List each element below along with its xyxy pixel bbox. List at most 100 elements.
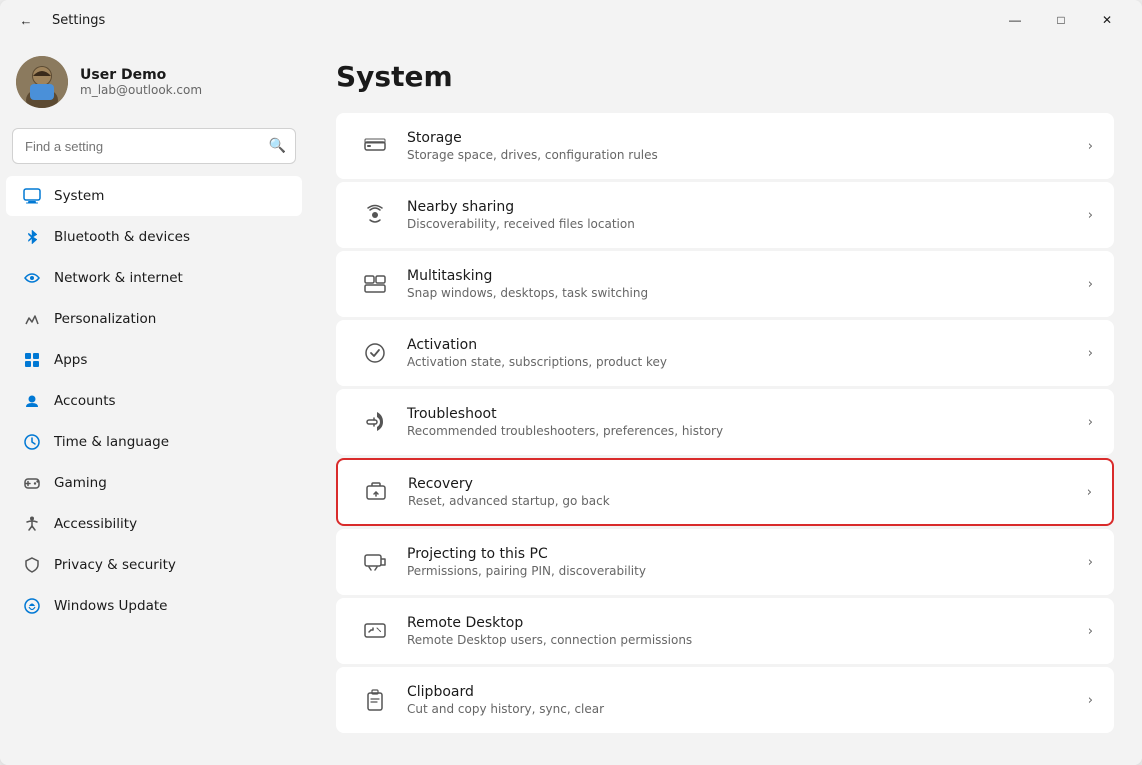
remote-title: Remote Desktop xyxy=(407,615,1088,631)
clipboard-title: Clipboard xyxy=(407,684,1088,700)
sidebar-item-update[interactable]: Windows Update xyxy=(6,586,302,626)
storage-title: Storage xyxy=(407,130,1088,146)
remote-text: Remote Desktop Remote Desktop users, con… xyxy=(407,615,1088,647)
clipboard-subtitle: Cut and copy history, sync, clear xyxy=(407,702,1088,716)
storage-text: Storage Storage space, drives, configura… xyxy=(407,130,1088,162)
troubleshoot-text: Troubleshoot Recommended troubleshooters… xyxy=(407,406,1088,438)
sidebar-item-network[interactable]: Network & internet xyxy=(6,258,302,298)
search-box: 🔍 xyxy=(12,128,296,164)
titlebar-title: Settings xyxy=(52,13,105,28)
troubleshoot-subtitle: Recommended troubleshooters, preferences… xyxy=(407,424,1088,438)
search-input[interactable] xyxy=(12,128,296,164)
gaming-icon xyxy=(22,473,42,493)
remote-chevron: › xyxy=(1088,624,1093,639)
settings-item-projecting[interactable]: Projecting to this PC Permissions, pairi… xyxy=(336,529,1114,595)
personalization-icon xyxy=(22,309,42,329)
sidebar-item-bluetooth[interactable]: Bluetooth & devices xyxy=(6,217,302,257)
recovery-title: Recovery xyxy=(408,476,1087,492)
settings-list: Storage Storage space, drives, configura… xyxy=(336,113,1114,733)
recovery-text: Recovery Reset, advanced startup, go bac… xyxy=(408,476,1087,508)
sidebar-item-apps[interactable]: Apps xyxy=(6,340,302,380)
nearby-icon xyxy=(357,197,393,233)
activation-icon xyxy=(357,335,393,371)
accounts-icon xyxy=(22,391,42,411)
nearby-chevron: › xyxy=(1088,208,1093,223)
settings-item-remote[interactable]: Remote Desktop Remote Desktop users, con… xyxy=(336,598,1114,664)
sidebar-item-time[interactable]: Time & language xyxy=(6,422,302,462)
nearby-text: Nearby sharing Discoverability, received… xyxy=(407,199,1088,231)
sidebar-item-personalization[interactable]: Personalization xyxy=(6,299,302,339)
user-name: User Demo xyxy=(80,67,202,83)
user-email: m_lab@outlook.com xyxy=(80,83,202,97)
sidebar-item-system[interactable]: System xyxy=(6,176,302,216)
activation-subtitle: Activation state, subscriptions, product… xyxy=(407,355,1088,369)
system-icon xyxy=(22,186,42,206)
projecting-title: Projecting to this PC xyxy=(407,546,1088,562)
activation-title: Activation xyxy=(407,337,1088,353)
titlebar-controls: — □ ✕ xyxy=(992,4,1130,36)
content-area: User Demo m_lab@outlook.com 🔍 xyxy=(0,40,1142,765)
clipboard-text: Clipboard Cut and copy history, sync, cl… xyxy=(407,684,1088,716)
sidebar-item-update-label: Windows Update xyxy=(54,598,167,614)
projecting-chevron: › xyxy=(1088,555,1093,570)
sidebar-item-personalization-label: Personalization xyxy=(54,311,156,327)
user-profile[interactable]: User Demo m_lab@outlook.com xyxy=(0,48,308,124)
multitasking-icon xyxy=(357,266,393,302)
projecting-subtitle: Permissions, pairing PIN, discoverabilit… xyxy=(407,564,1088,578)
settings-item-troubleshoot[interactable]: Troubleshoot Recommended troubleshooters… xyxy=(336,389,1114,455)
multitasking-subtitle: Snap windows, desktops, task switching xyxy=(407,286,1088,300)
avatar xyxy=(16,56,68,108)
projecting-text: Projecting to this PC Permissions, pairi… xyxy=(407,546,1088,578)
titlebar-left: ← Settings xyxy=(12,6,105,34)
bluetooth-icon xyxy=(22,227,42,247)
sidebar-item-accessibility-label: Accessibility xyxy=(54,516,137,532)
sidebar-item-accounts-label: Accounts xyxy=(54,393,116,409)
sidebar-item-privacy-label: Privacy & security xyxy=(54,557,176,573)
multitasking-chevron: › xyxy=(1088,277,1093,292)
recovery-icon xyxy=(358,474,394,510)
minimize-button[interactable]: — xyxy=(992,4,1038,36)
settings-item-nearby[interactable]: Nearby sharing Discoverability, received… xyxy=(336,182,1114,248)
accessibility-icon xyxy=(22,514,42,534)
multitasking-title: Multitasking xyxy=(407,268,1088,284)
time-icon xyxy=(22,432,42,452)
projecting-icon xyxy=(357,544,393,580)
storage-icon xyxy=(357,128,393,164)
settings-item-multitasking[interactable]: Multitasking Snap windows, desktops, tas… xyxy=(336,251,1114,317)
remote-icon xyxy=(357,613,393,649)
settings-item-clipboard[interactable]: Clipboard Cut and copy history, sync, cl… xyxy=(336,667,1114,733)
storage-subtitle: Storage space, drives, configuration rul… xyxy=(407,148,1088,162)
back-button[interactable]: ← xyxy=(12,6,40,34)
recovery-chevron: › xyxy=(1087,485,1092,500)
clipboard-chevron: › xyxy=(1088,693,1093,708)
activation-text: Activation Activation state, subscriptio… xyxy=(407,337,1088,369)
settings-item-activation[interactable]: Activation Activation state, subscriptio… xyxy=(336,320,1114,386)
sidebar-item-accessibility[interactable]: Accessibility xyxy=(6,504,302,544)
sidebar: User Demo m_lab@outlook.com 🔍 xyxy=(0,40,308,765)
main-content: System Storage Storage space, drives, co… xyxy=(308,40,1142,765)
settings-item-storage[interactable]: Storage Storage space, drives, configura… xyxy=(336,113,1114,179)
sidebar-item-gaming-label: Gaming xyxy=(54,475,107,491)
settings-item-recovery[interactable]: Recovery Reset, advanced startup, go bac… xyxy=(336,458,1114,526)
activation-chevron: › xyxy=(1088,346,1093,361)
nearby-title: Nearby sharing xyxy=(407,199,1088,215)
sidebar-item-gaming[interactable]: Gaming xyxy=(6,463,302,503)
titlebar: ← Settings — □ ✕ xyxy=(0,0,1142,40)
multitasking-text: Multitasking Snap windows, desktops, tas… xyxy=(407,268,1088,300)
troubleshoot-icon xyxy=(357,404,393,440)
recovery-subtitle: Reset, advanced startup, go back xyxy=(408,494,1087,508)
remote-subtitle: Remote Desktop users, connection permiss… xyxy=(407,633,1088,647)
close-button[interactable]: ✕ xyxy=(1084,4,1130,36)
page-title: System xyxy=(336,60,1114,93)
apps-icon xyxy=(22,350,42,370)
sidebar-item-time-label: Time & language xyxy=(54,434,169,450)
settings-window: ← Settings — □ ✕ xyxy=(0,0,1142,765)
sidebar-item-accounts[interactable]: Accounts xyxy=(6,381,302,421)
storage-chevron: › xyxy=(1088,139,1093,154)
sidebar-item-privacy[interactable]: Privacy & security xyxy=(6,545,302,585)
maximize-button[interactable]: □ xyxy=(1038,4,1084,36)
privacy-icon xyxy=(22,555,42,575)
troubleshoot-title: Troubleshoot xyxy=(407,406,1088,422)
nearby-subtitle: Discoverability, received files location xyxy=(407,217,1088,231)
sidebar-item-bluetooth-label: Bluetooth & devices xyxy=(54,229,190,245)
